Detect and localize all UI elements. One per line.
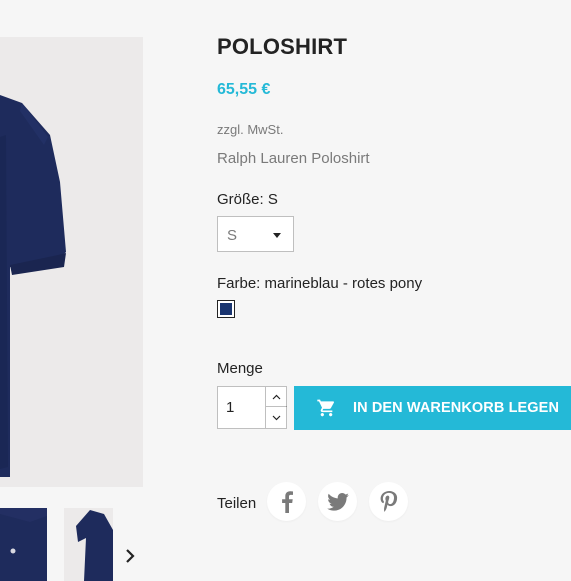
thumbnail-next-button[interactable]: [120, 544, 140, 568]
twitter-icon: [326, 492, 349, 511]
product-price: 65,55 €: [217, 81, 271, 98]
polo-shirt-image: [0, 95, 66, 477]
product-short-description: Ralph Lauren Poloshirt: [217, 150, 370, 167]
thumbnail-1[interactable]: [0, 508, 47, 581]
quantity-stepper: [217, 386, 287, 429]
shopping-cart-icon: [316, 398, 337, 418]
product-main-image[interactable]: [0, 37, 143, 487]
color-label: Farbe: marineblau - rotes pony: [217, 275, 423, 292]
size-label: Größe: S: [217, 191, 278, 208]
chevron-down-icon: [272, 415, 281, 420]
share-pinterest-button[interactable]: [369, 482, 408, 521]
chevron-right-icon: [126, 549, 135, 563]
share-twitter-button[interactable]: [318, 482, 357, 521]
add-to-cart-label: IN DEN WARENKORB LEGEN: [353, 400, 560, 416]
caret-down-icon: [273, 233, 281, 238]
thumbnail-2[interactable]: [64, 508, 113, 581]
quantity-input[interactable]: [218, 387, 265, 428]
quantity-label: Menge: [217, 360, 263, 377]
size-select[interactable]: S: [217, 216, 294, 252]
chevron-up-icon: [272, 394, 281, 399]
color-swatch-navy[interactable]: [217, 300, 235, 318]
quantity-decrement-button[interactable]: [265, 407, 287, 428]
pinterest-icon: [380, 490, 397, 512]
share-facebook-button[interactable]: [267, 482, 306, 521]
quantity-increment-button[interactable]: [265, 387, 287, 407]
thumbnail-polo-image: [0, 508, 47, 581]
tax-note: zzgl. MwSt.: [217, 122, 284, 137]
thumbnail-polo-image: [64, 508, 113, 581]
size-selected-value: S: [227, 227, 238, 244]
add-to-cart-button[interactable]: IN DEN WARENKORB LEGEN: [294, 386, 571, 430]
color-swatch-fill: [220, 303, 232, 315]
facebook-icon: [281, 490, 293, 513]
share-label: Teilen: [217, 495, 257, 512]
product-title: POLOSHIRT: [217, 34, 348, 59]
